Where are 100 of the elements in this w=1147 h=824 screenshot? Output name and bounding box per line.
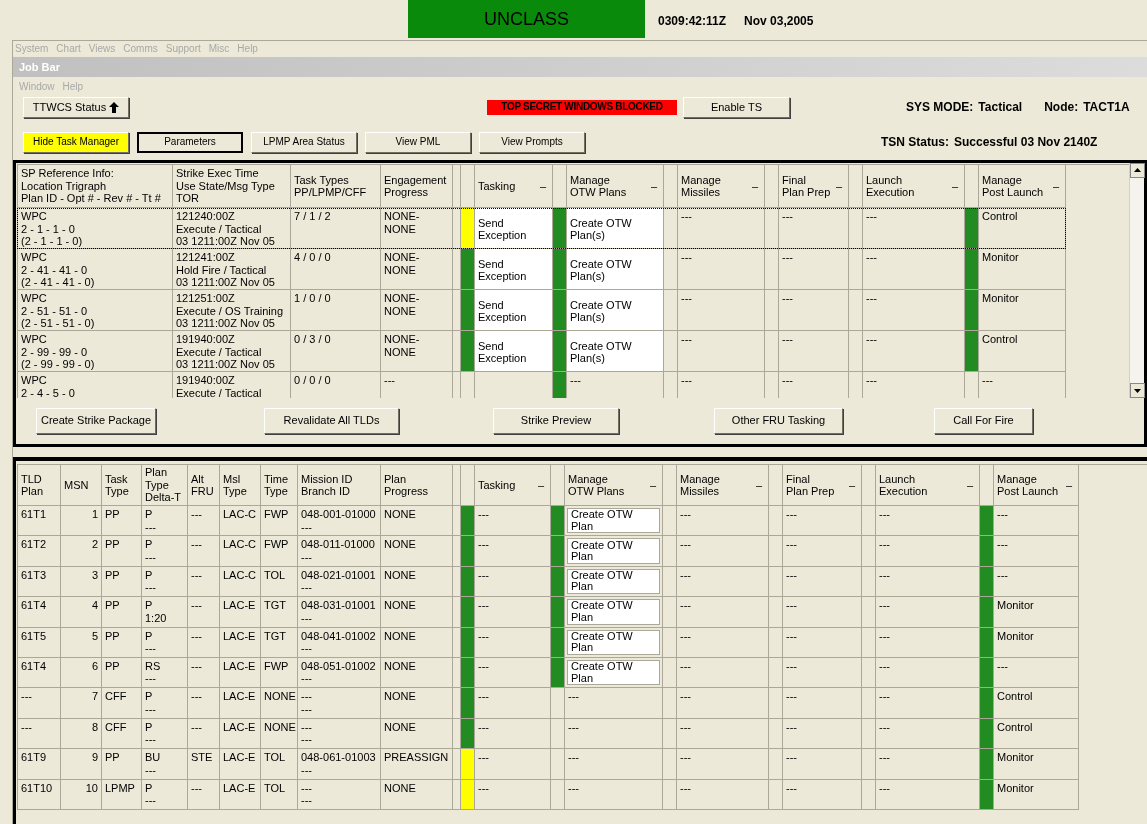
table-cell: LAC-E <box>223 629 256 642</box>
panel-button[interactable]: Other FRU Tasking <box>714 407 843 434</box>
collapse-toggle[interactable]: – <box>751 179 761 193</box>
table-cell: --- <box>866 292 877 304</box>
classification-banner: UNCLASS <box>408 0 645 38</box>
table-cell: --- <box>478 659 489 672</box>
toolbar-button[interactable]: Hide Task Manager <box>23 131 129 153</box>
table-cell: STE <box>191 751 213 764</box>
table-cell: PP <box>105 599 120 612</box>
table-cell: P --- <box>145 690 156 715</box>
table-cell: 61T2 <box>21 538 47 551</box>
enable-ts-button[interactable]: Enable TS <box>683 96 790 118</box>
scroll-down-icon[interactable] <box>1130 383 1145 398</box>
table-cell: --- <box>680 751 691 764</box>
collapse-toggle[interactable]: – <box>539 179 549 193</box>
action-button[interactable]: Create OTW Plan(s) <box>567 208 663 248</box>
table-cell: 61T9 <box>21 751 47 764</box>
table-cell: 1 / 0 / 0 <box>294 292 331 304</box>
action-button[interactable]: Send Exception <box>475 290 552 330</box>
table-cell: --- <box>478 568 489 581</box>
table-cell: --- <box>997 508 1008 520</box>
collapse-toggle[interactable]: – <box>1065 478 1075 492</box>
collapse-toggle[interactable]: – <box>649 478 659 492</box>
panel-button[interactable]: Revalidate All TLDs <box>264 407 399 434</box>
table-cell: Control <box>997 720 1033 733</box>
table-cell: --- <box>21 690 32 703</box>
table-cell: BU --- <box>145 751 161 776</box>
table-cell: WPC 2 - 51 - 51 - 0 (2 - 51 - 51 - 0) <box>21 292 95 329</box>
table-cell: --- <box>478 538 489 551</box>
table-row[interactable]: WPC 2 - 1 - 1 - 0 (2 - 1 - 1 - 0) 121240:00Z Execute / Tactical 03 1211:00Z Nov 05 7 / 1 / 2 NONE- NONE Send Exception Create OTW Plan(s) --- --- --- Control <box>17 208 1066 249</box>
table-row[interactable]: WPC 2 - 99 - 99 - 0 (2 - 99 - 99 - 0) 191940:00Z Execute / Tactical 03 1211:00Z Nov 05 0 / 3 / 0 NONE- NONE Send Exception Create OTW Plan(s) --- --- --- Control <box>17 331 1066 372</box>
status-button[interactable]: TTWCS Status <box>23 96 129 118</box>
table-cell: 61T4 <box>21 599 47 612</box>
table-cell: 61T1 <box>21 508 47 520</box>
action-button[interactable]: Send Exception <box>475 249 552 289</box>
collapse-toggle[interactable]: – <box>966 478 976 492</box>
node-label: Node: <box>1044 99 1079 116</box>
action-button[interactable]: Send Exception <box>475 331 552 371</box>
table-cell: NONE- NONE <box>384 251 420 276</box>
table-cell: --- <box>191 599 202 612</box>
table-cell: --- <box>879 751 890 764</box>
table-cell: --- <box>681 292 692 304</box>
table-cell: P --- <box>145 508 156 533</box>
table-cell: NONE <box>384 538 416 551</box>
table-cell: 048-051-01002 --- <box>301 659 376 685</box>
action-button[interactable]: Create OTW Plan(s) <box>567 331 663 371</box>
table-cell: --- <box>680 781 691 794</box>
scroll-up-icon[interactable] <box>1130 163 1145 178</box>
column-header: Launch Execution <box>879 472 928 498</box>
table-cell: LAC-C <box>223 538 256 551</box>
table-cell: NONE- NONE <box>384 333 420 358</box>
toolbar-button[interactable]: LPMP Area Status <box>251 131 357 153</box>
collapse-toggle[interactable]: – <box>755 478 765 492</box>
table-cell: --- <box>879 690 890 703</box>
table-cell: --- <box>21 720 32 733</box>
table-cell: P --- <box>145 781 156 806</box>
collapse-toggle[interactable]: – <box>835 179 845 193</box>
table-cell: 7 / 1 / 2 <box>294 210 331 222</box>
table-cell: --- <box>786 568 797 581</box>
collapse-toggle[interactable]: – <box>537 478 547 492</box>
panel-button[interactable]: Strike Preview <box>493 407 619 434</box>
table-cell: NONE- NONE <box>384 292 420 317</box>
panel-button[interactable]: Call For Fire <box>934 407 1033 434</box>
collapse-toggle[interactable]: – <box>848 478 858 492</box>
table-cell: --- <box>866 374 877 386</box>
empty-cell <box>849 208 863 249</box>
toolbar-button[interactable]: View Prompts <box>479 131 585 153</box>
table-cell: --- <box>879 720 890 733</box>
action-button[interactable]: Send Exception <box>475 208 552 248</box>
table-cell: LAC-E <box>223 599 256 612</box>
action-button[interactable]: Create OTW Plan <box>567 538 660 564</box>
action-button[interactable]: Create OTW Plan <box>567 629 660 655</box>
table-cell: --- <box>879 568 890 581</box>
table-cell: --- <box>478 720 489 733</box>
collapse-toggle[interactable]: – <box>951 179 961 193</box>
table-cell: --- <box>478 690 489 703</box>
collapse-toggle[interactable]: – <box>650 179 660 193</box>
table-cell: --- <box>191 659 202 672</box>
action-button[interactable]: Create OTW Plan <box>567 659 660 686</box>
action-button[interactable]: Create OTW Plan(s) <box>567 290 663 330</box>
toolbar-button[interactable]: Parameters <box>137 131 243 153</box>
action-button[interactable]: Create OTW Plan(s) <box>567 249 663 289</box>
table-row[interactable]: WPC 2 - 41 - 41 - 0 (2 - 41 - 41 - 0) 121241:00Z Hold Fire / Tactical 03 1211:00Z Nov 05 4 / 0 / 0 NONE- NONE Send Exception Create OTW Plan(s) --- --- --- Monitor <box>17 249 1066 290</box>
table-cell: --- --- <box>301 690 312 715</box>
table-cell: --- <box>681 210 692 222</box>
table-cell: RS --- <box>145 659 161 685</box>
action-button[interactable]: Create OTW Plan <box>567 568 660 595</box>
panel-button[interactable]: Create Strike Package <box>36 407 156 434</box>
collapse-toggle[interactable]: – <box>1052 179 1062 193</box>
table-row[interactable]: WPC 2 - 51 - 51 - 0 (2 - 51 - 51 - 0) 121251:00Z Execute / OS Training 03 1211:00Z Nov 05 1 / 0 / 0 NONE- NONE Send Exception Create OTW Plan(s) --- --- --- Monitor <box>17 290 1066 331</box>
table-cell: LAC-C <box>223 568 256 581</box>
toolbar-button[interactable]: View PML <box>365 131 471 153</box>
table-cell: --- <box>478 751 489 764</box>
action-button[interactable]: Create OTW Plan <box>567 599 660 625</box>
scrollbar[interactable] <box>1129 163 1144 398</box>
table-cell: --- <box>568 690 579 703</box>
column-header: Manage Post Launch <box>997 472 1059 498</box>
action-button[interactable]: Create OTW Plan <box>567 508 660 534</box>
table-cell: --- <box>191 538 202 551</box>
table-cell: --- <box>681 251 692 263</box>
